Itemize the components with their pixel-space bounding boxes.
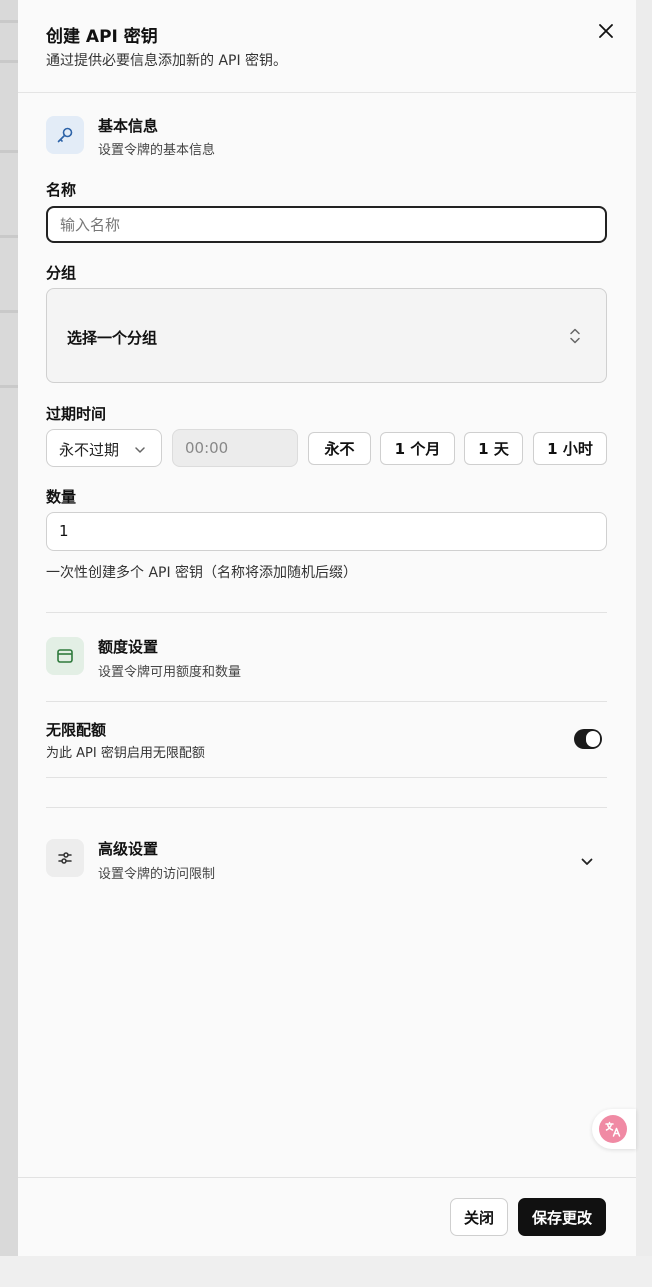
quota-subtitle: 设置令牌可用额度和数量 — [98, 665, 242, 680]
quantity-help-text: 一次性创建多个 API 密钥（名称将添加随机后缀） — [46, 565, 358, 581]
preset-never-button[interactable]: 永不 — [308, 432, 371, 465]
page-edge — [636, 0, 652, 1256]
preset-one-hour-button[interactable]: 1 小时 — [533, 432, 607, 465]
dialog-subtitle: 通过提供必要信息添加新的 API 密钥。 — [46, 53, 288, 69]
expiry-label: 过期时间 — [46, 405, 107, 423]
create-api-key-dialog: 创建 API 密钥 通过提供必要信息添加新的 API 密钥。 基本信息 设置令牌… — [18, 0, 636, 1256]
translate-icon — [599, 1115, 627, 1143]
basic-info-title: 基本信息 — [98, 117, 159, 135]
advanced-settings-header[interactable]: 高级设置 设置令牌的访问限制 — [46, 830, 607, 886]
wallet-icon — [46, 637, 84, 675]
divider — [46, 612, 607, 613]
chevron-up-down-icon — [569, 327, 581, 349]
group-select-value: 选择一个分组 — [67, 329, 158, 347]
advanced-subtitle: 设置令牌的访问限制 — [98, 867, 216, 882]
sliders-icon — [46, 839, 84, 877]
quantity-input[interactable]: 1 — [46, 512, 607, 551]
basic-info-subtitle: 设置令牌的基本信息 — [98, 143, 216, 158]
expiry-time-input[interactable]: 00:00 — [172, 429, 298, 467]
divider — [46, 807, 607, 808]
group-select[interactable]: 选择一个分组 — [46, 288, 607, 383]
backdrop — [0, 0, 18, 1256]
name-label: 名称 — [46, 181, 77, 199]
group-label: 分组 — [46, 264, 77, 282]
save-button[interactable]: 保存更改 — [518, 1198, 606, 1236]
dialog-header: 创建 API 密钥 通过提供必要信息添加新的 API 密钥。 — [18, 0, 636, 93]
page-bottom — [0, 1256, 652, 1287]
chevron-down-icon — [134, 441, 146, 460]
unlimited-quota-toggle[interactable] — [574, 729, 602, 749]
dialog-footer: 关闭 保存更改 — [18, 1177, 636, 1257]
key-icon — [46, 116, 84, 154]
advanced-title: 高级设置 — [98, 840, 159, 858]
preset-one-month-button[interactable]: 1 个月 — [380, 432, 455, 465]
divider — [46, 777, 607, 778]
toggle-knob — [586, 731, 600, 747]
divider — [46, 701, 607, 702]
expiry-select-value: 永不过期 — [59, 441, 120, 459]
chevron-down-icon — [580, 854, 594, 873]
close-icon[interactable] — [594, 20, 618, 44]
preset-one-day-button[interactable]: 1 天 — [464, 432, 523, 465]
name-input[interactable] — [46, 206, 607, 243]
unlimited-quota-desc: 为此 API 密钥启用无限配额 — [46, 746, 205, 761]
dialog-title: 创建 API 密钥 — [46, 27, 158, 47]
quota-title: 额度设置 — [98, 638, 159, 656]
quantity-label: 数量 — [46, 488, 77, 506]
expiry-select[interactable]: 永不过期 — [46, 429, 162, 467]
close-button[interactable]: 关闭 — [450, 1198, 508, 1236]
translate-fab[interactable] — [592, 1109, 636, 1149]
unlimited-quota-title: 无限配额 — [46, 721, 107, 739]
